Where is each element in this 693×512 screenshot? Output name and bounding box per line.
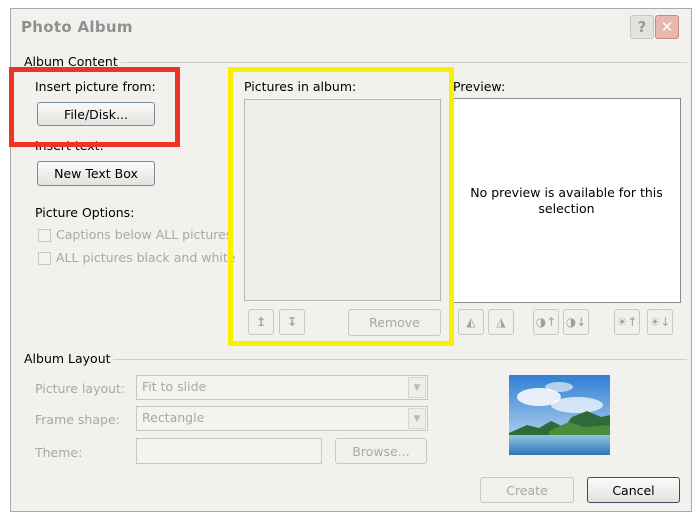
picture-options-label: Picture Options: <box>35 205 135 220</box>
captions-checkbox[interactable] <box>38 229 51 242</box>
chevron-down-icon: ▼ <box>408 408 426 429</box>
preview-label: Preview: <box>453 79 506 94</box>
album-layout-group-label: Album Layout <box>24 351 111 366</box>
highlight-yellow-box <box>228 67 454 346</box>
highlight-red-box <box>9 67 180 147</box>
picture-layout-select[interactable]: Fit to slide ▼ <box>136 375 428 400</box>
dialog-title: Photo Album <box>21 18 133 36</box>
browse-button[interactable]: Browse... <box>335 438 427 464</box>
contrast-down-button[interactable]: ◑↓ <box>563 309 589 335</box>
black-white-option-label: ALL pictures black and white <box>56 250 236 265</box>
black-white-checkbox[interactable] <box>38 252 51 265</box>
album-layout-divider <box>113 359 687 360</box>
brightness-up-icon: ☀↑ <box>616 315 638 329</box>
question-icon: ? <box>637 18 647 36</box>
brightness-down-button[interactable]: ☀↓ <box>647 309 673 335</box>
help-button[interactable]: ? <box>630 15 654 39</box>
contrast-up-icon: ◑↑ <box>535 315 557 329</box>
rotate-right-icon: ◮ <box>496 315 506 329</box>
frame-shape-label: Frame shape: <box>35 412 120 427</box>
album-content-divider <box>121 62 687 63</box>
picture-layout-label: Picture layout: <box>35 381 126 396</box>
close-button[interactable]: ✕ <box>655 15 679 39</box>
captions-option-label: Captions below ALL pictures <box>56 227 233 242</box>
brightness-up-button[interactable]: ☀↑ <box>614 309 640 335</box>
theme-label: Theme: <box>35 445 83 460</box>
close-icon: ✕ <box>660 18 674 36</box>
rotate-right-button[interactable]: ◮ <box>488 309 514 335</box>
contrast-up-button[interactable]: ◑↑ <box>533 309 559 335</box>
layout-thumbnail-image <box>509 375 610 455</box>
rotate-left-icon: ◭ <box>466 315 476 329</box>
create-button[interactable]: Create <box>480 477 574 503</box>
chevron-down-icon: ▼ <box>408 377 426 398</box>
preview-pane: No preview is available for this selecti… <box>452 98 681 303</box>
brightness-down-icon: ☀↓ <box>649 315 671 329</box>
title-bar: Photo Album ? ✕ <box>11 9 691 47</box>
cancel-button[interactable]: Cancel <box>587 477 680 503</box>
theme-input[interactable] <box>136 438 322 464</box>
rotate-left-button[interactable]: ◭ <box>458 309 484 335</box>
frame-shape-select[interactable]: Rectangle ▼ <box>136 406 428 431</box>
new-text-box-button[interactable]: New Text Box <box>37 161 155 186</box>
preview-message: No preview is available for this selecti… <box>470 185 663 216</box>
contrast-down-icon: ◑↓ <box>565 315 587 329</box>
